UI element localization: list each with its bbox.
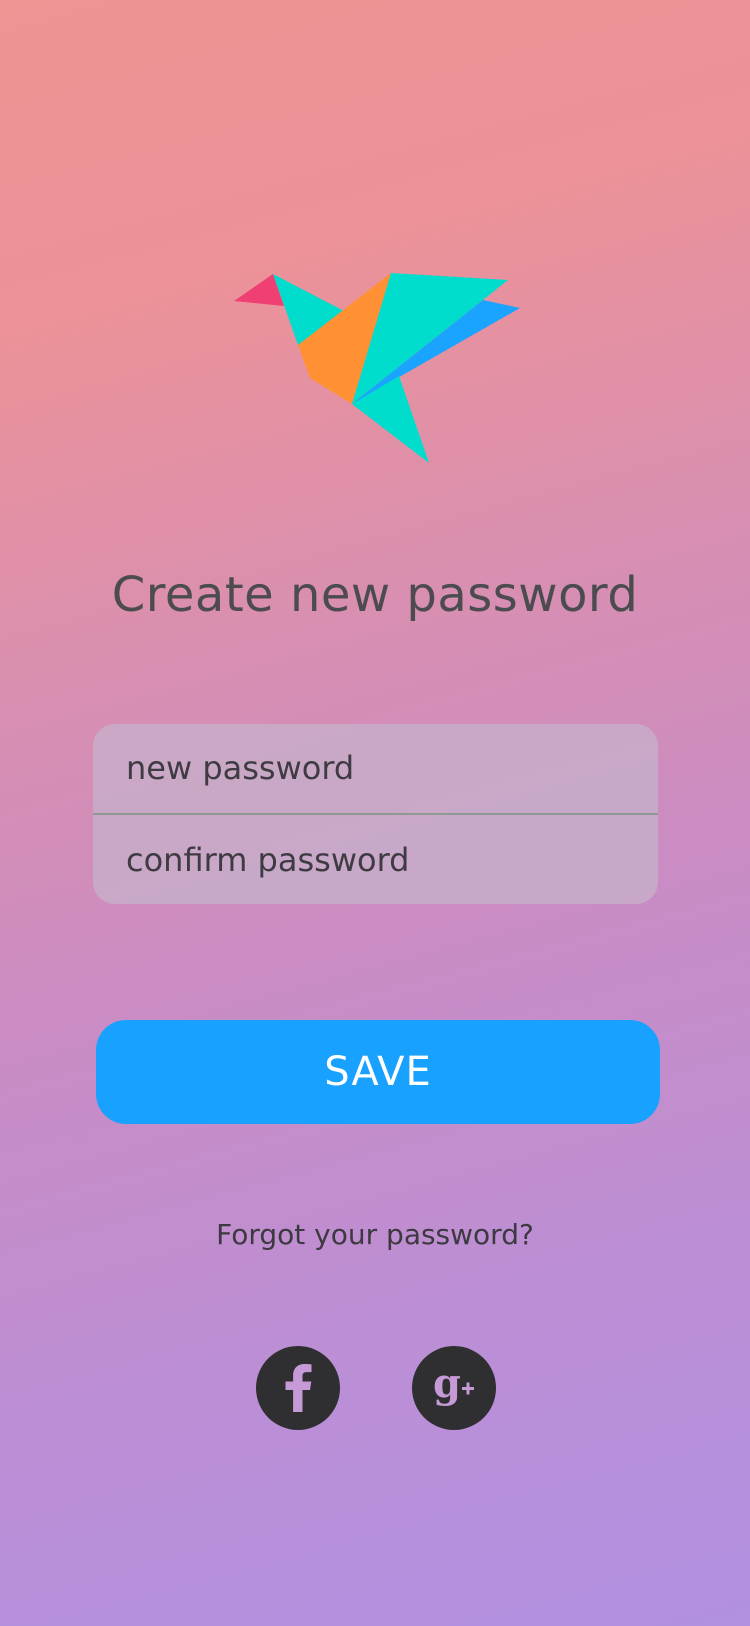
google-plus-icon: g: [433, 1363, 474, 1407]
google-plus-button[interactable]: g: [412, 1346, 496, 1430]
forgot-password-link[interactable]: Forgot your password?: [0, 1218, 750, 1251]
password-form: new password confirm password: [93, 724, 658, 904]
new-password-field[interactable]: new password: [93, 724, 658, 812]
field-divider: [93, 813, 658, 815]
save-button[interactable]: SAVE: [96, 1020, 660, 1124]
svg-text:g: g: [433, 1363, 461, 1407]
confirm-password-field[interactable]: confirm password: [93, 816, 658, 904]
facebook-button[interactable]: [256, 1346, 340, 1430]
facebook-icon: [285, 1364, 312, 1412]
origami-bird-logo: [234, 273, 520, 463]
page-title: Create new password: [111, 567, 639, 623]
